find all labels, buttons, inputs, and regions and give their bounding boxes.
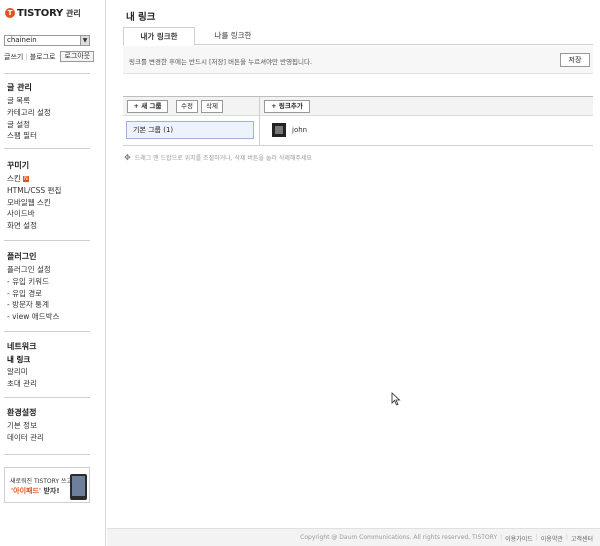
menu-title: 글 관리: [7, 83, 32, 92]
menu-group-posts: 글 관리 글 목록 카테고리 설정 글 설정 스팸 필터: [7, 82, 51, 142]
banner-highlight: '아이패드': [11, 487, 42, 495]
save-button[interactable]: 저장: [560, 53, 590, 67]
group-item[interactable]: 기본 그룹 (1): [126, 121, 254, 139]
divider: [4, 397, 90, 398]
move-icon: ✥: [124, 153, 131, 162]
menu-item-screen-settings[interactable]: 화면 설정: [7, 220, 61, 232]
menu-title: 네트워크: [7, 342, 37, 351]
copyright: Copyright @ Daum Communications. All rig…: [300, 534, 498, 541]
menu-item-inflow-keyword[interactable]: - 유입 키워드: [7, 276, 59, 288]
menu-item-notifier[interactable]: 알리미: [7, 366, 37, 378]
panel-toolbar: + 새 그룹 수정 삭제 + 링크추가: [123, 97, 593, 116]
blog-select-value: chainein: [7, 36, 37, 44]
menu-title: 꾸미기: [7, 161, 30, 170]
new-badge: N: [22, 176, 29, 182]
main-content: 내 링크 내가 링크한 나를 링크한 링크를 변경한 후에는 반드시 [저장] …: [107, 0, 600, 546]
tab-linked-me[interactable]: 나를 링크한: [195, 27, 271, 45]
notice-box: 링크를 변경한 후에는 반드시 [저장] 버튼을 누르셔야만 반영됩니다. 저장: [123, 46, 593, 74]
menu-item-spam-filter[interactable]: 스팸 필터: [7, 130, 51, 142]
menu-item-post-list[interactable]: 글 목록: [7, 95, 51, 107]
terms-link[interactable]: 이용약관: [541, 534, 563, 543]
banner-line2: '아이패드' 받자!: [11, 486, 60, 496]
brand-name: TISTORY: [17, 7, 64, 19]
menu-title: 환경설정: [7, 408, 37, 417]
menu-item-view-adbox[interactable]: - view 애드박스: [7, 311, 59, 323]
footer: Copyright @ Daum Communications. All rig…: [107, 528, 600, 546]
notice-text: 링크를 변경한 후에는 반드시 [저장] 버튼을 누르셔야만 반영됩니다.: [129, 58, 313, 66]
menu-title: 플러그인: [7, 252, 37, 261]
panel-divider: [259, 97, 260, 146]
logout-button[interactable]: 로그아웃: [60, 51, 95, 62]
tabs: 내가 링크한 나를 링크한: [123, 27, 593, 46]
blog-select[interactable]: chainein ▼: [4, 35, 90, 46]
brand-sub: 관리: [66, 8, 81, 18]
menu-item-label: 스킨: [7, 174, 21, 183]
menu-item-skin[interactable]: 스킨 N: [7, 173, 61, 185]
menu-item-my-links[interactable]: 내 링크: [7, 354, 37, 366]
separator: |: [535, 534, 538, 541]
divider: [4, 331, 90, 332]
delete-button[interactable]: 삭제: [201, 100, 223, 113]
menu-item-data-management[interactable]: 데이터 관리: [7, 432, 44, 444]
link-panel: + 새 그룹 수정 삭제 + 링크추가 기본 그룹 (1) john: [123, 96, 593, 146]
menu-item-invite[interactable]: 초대 관리: [7, 378, 37, 390]
chevron-down-icon[interactable]: ▼: [80, 36, 89, 45]
blog-link[interactable]: 블로그로: [30, 52, 56, 62]
sidebar: T TISTORY 관리 chainein ▼ 글쓰기 | 블로그로 로그아웃 …: [0, 0, 106, 546]
banner-rest: 받자!: [41, 487, 60, 495]
menu-item-html-css[interactable]: HTML/CSS 편집: [7, 185, 61, 197]
separator: |: [25, 52, 28, 61]
footer-text: Copyright @ Daum Communications. All rig…: [300, 534, 593, 543]
menu-item-visitor-stats[interactable]: - 방문자 통계: [7, 299, 59, 311]
link-name: john: [292, 126, 308, 134]
menu-group-design: 꾸미기 스킨 N HTML/CSS 편집 모바일웹 스킨 사이드바 화면 설정: [7, 160, 61, 232]
menu-group-settings: 환경설정 기본 정보 데이터 관리: [7, 407, 44, 444]
top-links: 글쓰기 | 블로그로 로그아웃: [4, 51, 95, 62]
menu-item-mobile-skin[interactable]: 모바일웹 스킨: [7, 197, 61, 209]
add-link-button[interactable]: + 링크추가: [264, 100, 310, 113]
divider: [4, 73, 90, 74]
divider: [4, 148, 90, 149]
menu-item-post-settings[interactable]: 글 설정: [7, 119, 51, 131]
separator: |: [500, 534, 503, 541]
menu-item-inflow-path[interactable]: - 유입 경로: [7, 288, 59, 300]
divider: [4, 240, 90, 241]
divider: [4, 454, 90, 455]
menu-item-sidebar[interactable]: 사이드바: [7, 208, 61, 220]
tablet-icon: [70, 474, 87, 500]
write-link[interactable]: 글쓰기: [4, 52, 23, 62]
ipad-promo-banner[interactable]: 새로워진 TISTORY 쓰고 '아이패드' 받자!: [4, 467, 90, 503]
tistory-logo-icon: T: [5, 8, 15, 18]
menu-group-network: 네트워크 내 링크 알리미 초대 관리: [7, 341, 37, 389]
edit-button[interactable]: 수정: [176, 100, 198, 113]
support-link[interactable]: 고객센터: [571, 534, 593, 543]
hint-text: 드래그 앤 드랍으로 위치를 조절하거나, 삭제 버튼을 눌러 삭제해주세요: [134, 155, 312, 162]
new-group-button[interactable]: + 새 그룹: [127, 100, 168, 113]
tab-my-linked[interactable]: 내가 링크한: [123, 27, 195, 46]
drag-hint: ✥ 드래그 앤 드랍으로 위치를 조절하거나, 삭제 버튼을 눌러 삭제해주세요: [124, 153, 312, 162]
avatar: [272, 123, 286, 137]
guide-link[interactable]: 이용가이드: [505, 534, 533, 543]
menu-item-basic-info[interactable]: 기본 정보: [7, 420, 44, 432]
menu-group-plugins: 플러그인 플러그인 설정 - 유입 키워드 - 유입 경로 - 방문자 통계 -…: [7, 251, 59, 323]
link-item[interactable]: john: [272, 123, 307, 137]
mouse-cursor-icon: [391, 392, 401, 406]
separator: |: [565, 534, 568, 541]
menu-item-category[interactable]: 카테고리 설정: [7, 107, 51, 119]
page-title: 내 링크: [126, 12, 156, 23]
menu-item-plugin-settings[interactable]: 플러그인 설정: [7, 264, 59, 276]
banner-line1: 새로워진 TISTORY 쓰고: [10, 478, 73, 485]
brand[interactable]: T TISTORY 관리: [5, 7, 81, 19]
